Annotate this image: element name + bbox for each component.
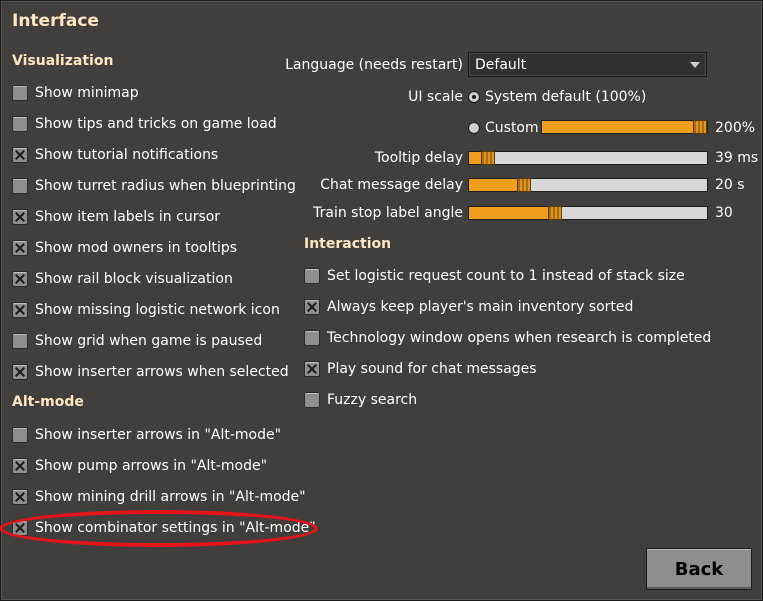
visualization-checkbox-row[interactable]: Show item labels in cursor (12, 207, 220, 227)
interaction-heading: Interaction (304, 236, 392, 252)
altmode-heading: Alt-mode (12, 394, 84, 410)
slider-label: Chat message delay (320, 177, 463, 193)
altmode-checkbox-label: Show pump arrows in "Alt-mode" (35, 458, 268, 474)
checkbox-unchecked-icon[interactable] (304, 330, 320, 346)
chevron-down-icon (690, 61, 700, 68)
slider-handle[interactable] (516, 178, 531, 192)
ui-scale-custom-label: Custom (485, 120, 539, 136)
ui-scale-label: UI scale (408, 89, 463, 105)
checkbox-checked-icon[interactable] (12, 489, 28, 505)
ui-scale-custom-slider[interactable] (541, 120, 708, 134)
back-button[interactable]: Back (646, 548, 752, 590)
slider-handle[interactable] (480, 151, 495, 165)
interaction-checkbox-label: Fuzzy search (327, 392, 418, 408)
checkbox-unchecked-icon[interactable] (12, 116, 28, 132)
slider-handle[interactable] (547, 206, 562, 220)
visualization-checkbox-row[interactable]: Show rail block visualization (12, 269, 233, 289)
slider-label: Tooltip delay (374, 150, 463, 166)
altmode-checkbox-label: Show inserter arrows in "Alt-mode" (35, 427, 282, 443)
visualization-heading: Visualization (12, 53, 114, 69)
checkbox-checked-icon[interactable] (12, 209, 28, 225)
visualization-checkbox-label: Show tips and tricks on game load (35, 116, 277, 132)
slider-value: 20 s (715, 177, 745, 193)
language-value: Default (475, 56, 527, 73)
slider-label: Train stop label angle (313, 205, 463, 221)
checkbox-checked-icon[interactable] (12, 364, 28, 380)
altmode-checkbox-row[interactable]: Show mining drill arrows in "Alt-mode" (12, 487, 306, 507)
interface-window: Interface Visualization Show minimap Show… (0, 0, 763, 601)
visualization-checkbox-label: Show minimap (35, 85, 139, 101)
visualization-checkbox-label: Show inserter arrows when selected (35, 364, 289, 380)
visualization-checkbox-label: Show item labels in cursor (35, 209, 221, 225)
slider-fill (469, 207, 556, 219)
ui-scale-system-default-radio[interactable]: System default (100%) (468, 89, 646, 105)
checkbox-unchecked-icon[interactable] (12, 178, 28, 194)
interaction-checkbox-row[interactable]: Set logistic request count to 1 instead … (304, 266, 685, 286)
slider-value: 39 ms (715, 150, 759, 166)
visualization-checkbox-label: Show grid when game is paused (35, 333, 263, 349)
ui-scale-custom-value: 200% (715, 120, 756, 136)
checkbox-unchecked-icon[interactable] (304, 392, 320, 408)
visualization-checkbox-row[interactable]: Show minimap (12, 83, 139, 103)
visualization-checkbox-label: Show missing logistic network icon (35, 302, 280, 318)
checkbox-unchecked-icon[interactable] (12, 427, 28, 443)
interaction-checkbox-row[interactable]: Technology window opens when research is… (304, 328, 711, 348)
slider-handle[interactable] (693, 120, 707, 134)
visualization-checkbox-label: Show mod owners in tooltips (35, 240, 238, 256)
slider-value: 30 (715, 205, 733, 221)
checkbox-checked-icon[interactable] (12, 271, 28, 287)
visualization-checkbox-row[interactable]: Show missing logistic network icon (12, 300, 280, 320)
altmode-checkbox-row[interactable]: Show inserter arrows in "Alt-mode" (12, 425, 281, 445)
visualization-checkbox-row[interactable]: Show tutorial notifications (12, 145, 218, 165)
interaction-checkbox-label: Technology window opens when research is… (327, 330, 712, 346)
visualization-checkbox-row[interactable]: Show tips and tricks on game load (12, 114, 277, 134)
setting-slider[interactable] (468, 151, 708, 165)
interaction-checkbox-label: Set logistic request count to 1 instead … (327, 268, 685, 284)
radio-icon (468, 122, 480, 134)
checkbox-checked-icon[interactable] (304, 361, 320, 377)
checkbox-checked-icon[interactable] (12, 458, 28, 474)
altmode-checkbox-label: Show mining drill arrows in "Alt-mode" (35, 489, 306, 505)
checkbox-unchecked-icon[interactable] (12, 85, 28, 101)
visualization-checkbox-label: Show rail block visualization (35, 271, 233, 287)
visualization-checkbox-label: Show turret radius when blueprinting (35, 178, 296, 194)
highlight-ellipse (0, 510, 318, 547)
ui-scale-custom-radio[interactable]: Custom (468, 120, 539, 136)
interaction-checkbox-label: Play sound for chat messages (327, 361, 537, 377)
checkbox-checked-icon[interactable] (304, 299, 320, 315)
interaction-checkbox-row[interactable]: Always keep player's main inventory sort… (304, 297, 633, 317)
checkbox-checked-icon[interactable] (12, 240, 28, 256)
checkbox-unchecked-icon[interactable] (12, 333, 28, 349)
visualization-checkbox-row[interactable]: Show grid when game is paused (12, 331, 262, 351)
checkbox-unchecked-icon[interactable] (304, 268, 320, 284)
visualization-checkbox-row[interactable]: Show inserter arrows when selected (12, 362, 289, 382)
visualization-checkbox-row[interactable]: Show mod owners in tooltips (12, 238, 237, 258)
setting-slider[interactable] (468, 178, 708, 192)
visualization-checkbox-row[interactable]: Show turret radius when blueprinting (12, 176, 296, 196)
checkbox-checked-icon[interactable] (12, 302, 28, 318)
interaction-checkbox-row[interactable]: Fuzzy search (304, 390, 417, 410)
radio-icon (468, 91, 480, 103)
slider-fill (542, 121, 707, 133)
language-dropdown[interactable]: Default (468, 52, 707, 77)
setting-slider[interactable] (468, 206, 708, 220)
interaction-checkbox-row[interactable]: Play sound for chat messages (304, 359, 537, 379)
window-title: Interface (12, 11, 99, 31)
checkbox-checked-icon[interactable] (12, 147, 28, 163)
altmode-checkbox-row[interactable]: Show pump arrows in "Alt-mode" (12, 456, 267, 476)
language-label: Language (needs restart) (285, 57, 463, 73)
interaction-checkbox-label: Always keep player's main inventory sort… (327, 299, 634, 315)
visualization-checkbox-label: Show tutorial notifications (35, 147, 219, 163)
ui-scale-system-default-label: System default (100%) (485, 89, 647, 105)
